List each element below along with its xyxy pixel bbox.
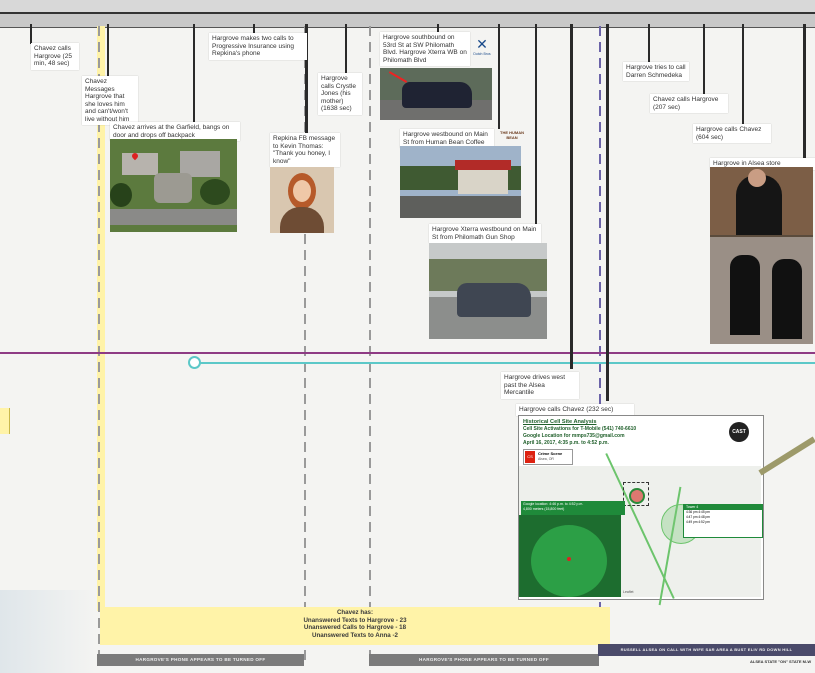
portrait-body [280,207,324,233]
cast-logo: CAST [729,422,749,442]
tower-table: Tower 4 4:36 pm 4:45 pm 4:47 pm 4:48 pm … [683,504,763,538]
cell-analysis-line2: Google Location for mmps735@gmail.com [523,433,625,439]
event-chavez-calls-hargrove: Chavez calls Hargrove (25 min, 48 sec) [31,43,79,70]
event-southbound-53rd: Hargrove southbound on 53rd St at SW Phi… [380,32,470,66]
event-calls-chavez-604: Hargrove calls Chavez (604 sec) [693,124,771,143]
store-person-2 [730,255,760,335]
summary-line1: Unanswered Texts to Hargrove - 23 [303,616,407,624]
right-status-sub: ALSEA STATE "ON" STATE M-W [750,659,812,664]
hb-roof [455,160,511,170]
photo-alsea-store [710,167,813,344]
summary-line3: Unanswered Texts to Anna -2 [312,631,398,639]
tick-e1 [30,24,32,44]
bottom-left-fade [0,590,96,673]
google-location-radius [519,515,621,597]
event-calls-chavez-232: Hargrove calls Chavez (232 sec) [516,404,634,416]
tick-e15 [803,24,806,159]
crime-scene-sub: Alsea, OR [538,457,554,461]
tick-e6 [345,24,347,73]
event-darren: Hargrove tries to call Darren Schmedeka [623,62,689,81]
tick-e12 [648,24,650,62]
timeline-top-bar [0,12,815,28]
portrait-photo-repkina [270,167,334,233]
xterra-car [402,82,472,108]
event-repkina-fb: Repkina FB message to Kevin Thomas: "Tha… [270,133,340,167]
map-credit: Leaflet [623,590,634,594]
radius-circle [531,525,607,597]
timeline-top-band [0,0,815,12]
store-person-3 [772,259,802,339]
tick-e13 [703,24,705,94]
teal-timeline-node[interactable] [188,356,201,369]
google-location-box: Google location: 4:46 p.m. to 4:52 p.m. … [521,501,625,515]
gray-dashed-divider-3 [369,26,371,661]
aerial-trees [110,183,132,207]
event-progressive-calls: Hargrove makes two calls to Progressive … [209,33,307,60]
tick-e2 [107,24,109,76]
event-calls-crystle: Hargrove calls Crystle Jones (his mother… [318,73,362,115]
human-bean-logo: THE HUMAN BEAN [500,130,524,140]
phone-off-bar-2: HARGROVE'S PHONE APPEARS TO BE TURNED OF… [369,654,599,666]
tick-e7 [437,24,439,32]
dutch-bros-label: Dutch Bros [473,52,491,56]
radius-center-dot [567,557,571,561]
right-status-bar: RUSSELL ALSEA ON CALL WITH WIFE SAR AREA… [598,644,815,656]
cell-analysis-line3: April 16, 2017, 4:35 p.m. to 4:52 p.m. [523,440,609,446]
aerial-lot [154,173,192,203]
crime-scene-legend: CS Crime Scene Alsea, OR [523,449,573,465]
cell-analysis-line1: Cell Site Activations for T-Mobile (541)… [523,426,637,432]
red-arrow-icon [388,71,408,83]
aerial-roof-1 [122,153,158,175]
cell-analysis-panel: Historical Cell Site Analysis Cell Site … [518,415,764,606]
photo-human-bean [400,146,521,218]
hb-building [458,166,508,194]
dutch-bros-logo-icon: ✕ Dutch Bros [473,36,491,56]
event-alsea-mercantile: Hargrove drives west past the Alsea Merc… [501,372,579,399]
tick-e9 [535,24,537,224]
phone-off-bar-1: HARGROVE'S PHONE APPEARS TO BE TURNED OF… [97,654,304,666]
map-dashed-box [623,482,649,506]
tower-row-3: 4:49 pm 4:52 pm [686,520,710,524]
summary-box: Chavez has: Unanswered Texts to Hargrove… [100,607,610,645]
store-head-1 [748,169,766,187]
tick-e14 [742,24,744,124]
tick-e3 [193,24,195,122]
event-chavez-messages: Chavez Messages Hargrove that she loves … [82,76,138,125]
portrait-face [293,180,311,202]
photo-gun-shop [429,243,547,339]
left-yellow-marker [0,408,10,434]
crime-scene-badge: CS [525,451,535,463]
summary-heading: Chavez has: [336,609,374,616]
aerial-trees-2 [200,179,230,205]
photo-xterra-53rd [380,68,492,120]
aerial-photo-garfield [110,139,237,232]
hb-road [400,196,521,218]
summary-line2: Unanswered Calls to Hargrove - 18 [303,624,407,631]
crime-scene-label: Crime Scene [538,451,563,456]
cell-analysis-title: Historical Cell Site Analysis [523,419,597,425]
tick-e10 [570,24,573,369]
tick-e11 [606,24,609,401]
gs-car [457,283,531,317]
google-location-line2: 4,800 meters (15,800 feet) [523,507,565,511]
event-chavez-207: Chavez calls Hargrove (207 sec) [650,94,728,113]
olive-connector-arrow [758,436,815,476]
teal-timeline [195,362,815,364]
purple-timeline [0,352,815,354]
tick-e8 [498,24,500,129]
event-gun-shop: Hargrove Xterra westbound on Main St fro… [429,224,541,243]
aerial-road [110,209,237,225]
